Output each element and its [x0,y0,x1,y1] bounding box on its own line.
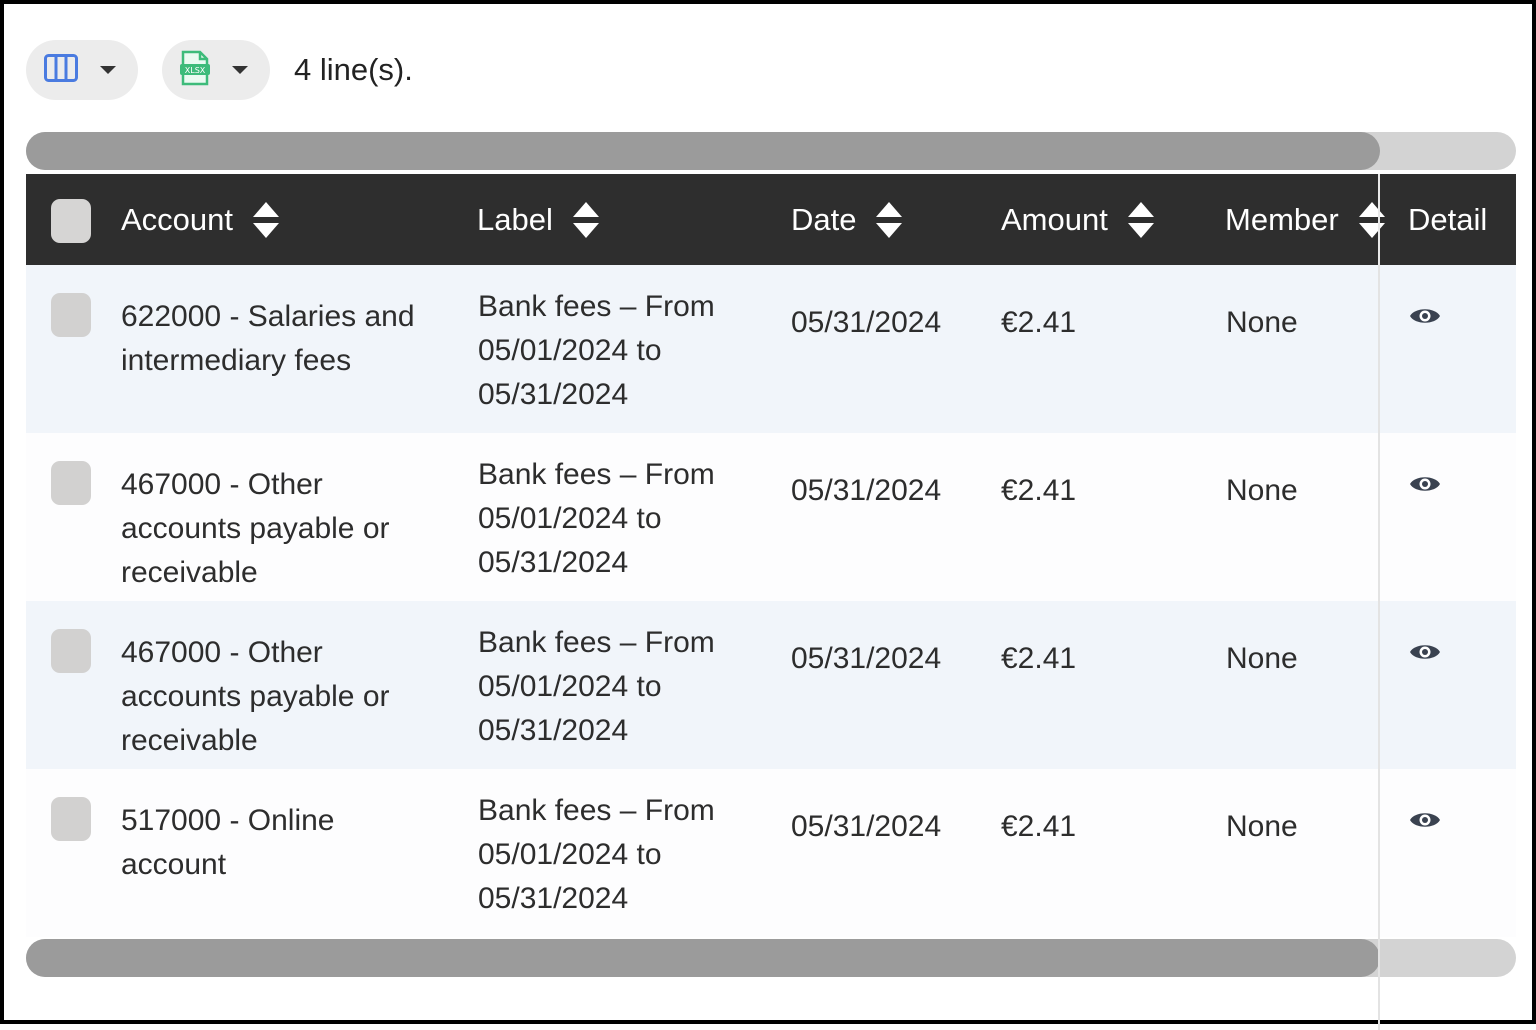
view-detail-eye-icon[interactable] [1409,305,1441,332]
amount-cell: €2.41 [1001,810,1077,843]
table-toolbar: XLSX 4 line(s). [26,40,413,100]
horizontal-scrollbar-top[interactable] [26,132,1516,170]
amount-cell: €2.41 [1001,306,1077,339]
amount-cell: €2.41 [1001,642,1077,675]
label-cell: Bank fees – From 05/01/2024 to 05/31/202… [478,290,715,411]
sort-icon[interactable] [876,201,903,238]
header-member-label: Member [1225,201,1339,237]
table-row: 517000 - Online account Bank fees – From… [26,769,1516,937]
header-amount-label: Amount [1001,201,1108,237]
export-xlsx-button[interactable]: XLSX [162,40,270,100]
sort-icon[interactable] [572,201,599,238]
entries-table: Account Label Date Amount Member Detail … [26,174,1516,1030]
view-detail-eye-icon[interactable] [1409,809,1441,836]
amount-cell: €2.41 [1001,474,1077,507]
horizontal-scrollbar-bottom[interactable] [26,939,1516,977]
chevron-down-icon [232,66,248,74]
scrollbar-thumb[interactable] [26,939,1380,977]
account-cell: 467000 - Other accounts payable or recei… [121,468,390,589]
account-cell: 467000 - Other accounts payable or recei… [121,636,390,757]
row-checkbox[interactable] [51,629,91,673]
svg-text:XLSX: XLSX [185,66,206,75]
header-label[interactable]: Label [477,174,599,265]
account-cell: 622000 - Salaries and intermediary fees [121,300,415,377]
header-label-label: Label [477,201,553,237]
date-cell: 05/31/2024 [791,306,942,339]
view-detail-eye-icon[interactable] [1409,641,1441,668]
date-cell: 05/31/2024 [791,810,942,843]
date-cell: 05/31/2024 [791,642,942,675]
member-cell: None [1226,306,1298,339]
row-checkbox[interactable] [51,293,91,337]
header-date-label: Date [791,201,857,237]
header-account[interactable]: Account [121,174,280,265]
view-detail-eye-icon[interactable] [1409,473,1441,500]
header-detail: Detail [1408,174,1487,265]
header-amount[interactable]: Amount [1001,174,1154,265]
label-cell: Bank fees – From 05/01/2024 to 05/31/202… [478,794,715,915]
sort-icon[interactable] [253,201,280,238]
header-account-label: Account [121,201,234,237]
member-cell: None [1226,810,1298,843]
table-body: 622000 - Salaries and intermediary fees … [26,265,1516,1030]
table-row: 622000 - Salaries and intermediary fees … [26,265,1516,433]
date-cell: 05/31/2024 [791,474,942,507]
chevron-down-icon [100,66,116,74]
select-all-checkbox[interactable] [51,199,91,243]
row-checkbox[interactable] [51,797,91,841]
header-detail-label: Detail [1408,201,1488,237]
line-count: 4 line(s). [294,52,413,87]
label-cell: Bank fees – From 05/01/2024 to 05/31/202… [478,626,715,747]
sort-icon[interactable] [1127,201,1154,238]
member-cell: None [1226,474,1298,507]
header-date[interactable]: Date [791,174,903,265]
table-header: Account Label Date Amount Member Detail [26,174,1516,265]
column-divider [1378,265,1380,1030]
account-cell: 517000 - Online account [121,804,335,881]
column-divider [1378,174,1380,265]
column-chooser-button[interactable] [26,40,138,100]
xlsx-file-icon: XLSX [180,50,210,91]
table-row: 467000 - Other accounts payable or recei… [26,433,1516,601]
columns-icon [44,53,78,87]
row-checkbox[interactable] [51,461,91,505]
header-member[interactable]: Member [1225,174,1385,265]
page-frame: XLSX 4 line(s). Account Label Date Amoun… [0,0,1536,1030]
label-cell: Bank fees – From 05/01/2024 to 05/31/202… [478,458,715,579]
table-row: 467000 - Other accounts payable or recei… [26,601,1516,769]
member-cell: None [1226,642,1298,675]
sort-icon[interactable] [1358,201,1385,238]
scrollbar-thumb[interactable] [26,132,1380,170]
